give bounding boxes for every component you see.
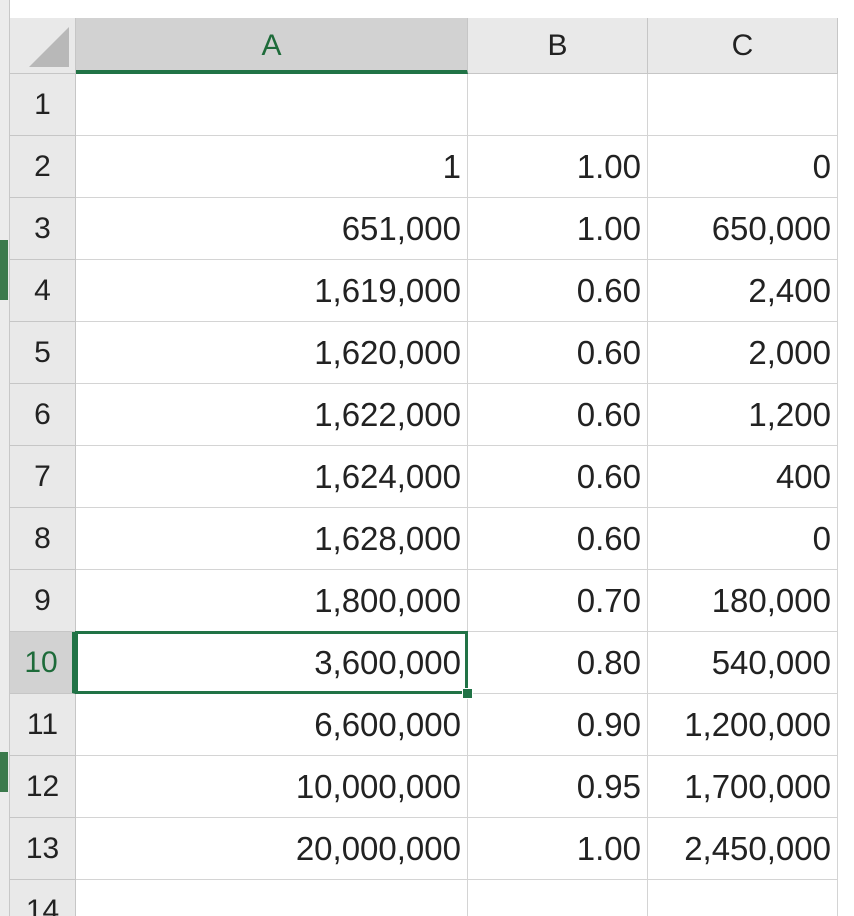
cell-a10[interactable]: 3,600,000 <box>76 632 468 694</box>
cell-a9[interactable]: 1,800,000 <box>76 570 468 632</box>
cell-a7[interactable]: 1,624,000 <box>76 446 468 508</box>
cell-a6[interactable]: 1,622,000 <box>76 384 468 446</box>
spreadsheet-grid[interactable]: A B C 1 2 1 1.00 0 3 651,000 1.00 650,000 4 1,619,000… <box>10 18 854 916</box>
cell-b7[interactable]: 0.60 <box>468 446 648 508</box>
cell-b9[interactable]: 0.70 <box>468 570 648 632</box>
cell-a2[interactable]: 1 <box>76 136 468 198</box>
row-header-11[interactable]: 11 <box>10 694 76 756</box>
cell-a8[interactable]: 1,628,000 <box>76 508 468 570</box>
row-header-4[interactable]: 4 <box>10 260 76 322</box>
cell-c8[interactable]: 0 <box>648 508 838 570</box>
excel-window: A B C 1 2 1 1.00 0 3 651,000 1.00 650,000 4 1,619,000… <box>0 0 854 916</box>
cell-c2[interactable]: 0 <box>648 136 838 198</box>
row-header-3[interactable]: 3 <box>10 198 76 260</box>
select-all-triangle-icon <box>29 27 69 67</box>
cell-b13[interactable]: 1.00 <box>468 818 648 880</box>
ribbon-fragment <box>0 752 8 792</box>
cell-b14[interactable] <box>468 880 648 916</box>
cell-b2[interactable]: 1.00 <box>468 136 648 198</box>
row-header-8[interactable]: 8 <box>10 508 76 570</box>
cell-a5[interactable]: 1,620,000 <box>76 322 468 384</box>
cell-c4[interactable]: 2,400 <box>648 260 838 322</box>
cell-a1[interactable] <box>76 74 468 136</box>
cell-b4[interactable]: 0.60 <box>468 260 648 322</box>
cell-a12[interactable]: 10,000,000 <box>76 756 468 818</box>
row-header-13[interactable]: 13 <box>10 818 76 880</box>
cell-a13[interactable]: 20,000,000 <box>76 818 468 880</box>
cell-b3[interactable]: 1.00 <box>468 198 648 260</box>
cell-b10[interactable]: 0.80 <box>468 632 648 694</box>
ribbon-fragment <box>0 240 8 300</box>
fill-handle[interactable] <box>462 688 473 699</box>
cell-a4[interactable]: 1,619,000 <box>76 260 468 322</box>
cell-b1[interactable] <box>468 74 648 136</box>
column-header-c[interactable]: C <box>648 18 838 74</box>
cell-c1[interactable] <box>648 74 838 136</box>
row-header-7[interactable]: 7 <box>10 446 76 508</box>
cell-b12[interactable]: 0.95 <box>468 756 648 818</box>
row-header-9[interactable]: 9 <box>10 570 76 632</box>
cell-b6[interactable]: 0.60 <box>468 384 648 446</box>
cell-b8[interactable]: 0.60 <box>468 508 648 570</box>
window-edge-strip <box>0 0 10 916</box>
cell-b5[interactable]: 0.60 <box>468 322 648 384</box>
row-header-2[interactable]: 2 <box>10 136 76 198</box>
column-header-b[interactable]: B <box>468 18 648 74</box>
select-all-button[interactable] <box>10 18 76 74</box>
cell-c5[interactable]: 2,000 <box>648 322 838 384</box>
cell-b11[interactable]: 0.90 <box>468 694 648 756</box>
cell-c14[interactable] <box>648 880 838 916</box>
cell-a14[interactable] <box>76 880 468 916</box>
cell-c13[interactable]: 2,450,000 <box>648 818 838 880</box>
row-header-12[interactable]: 12 <box>10 756 76 818</box>
cell-c9[interactable]: 180,000 <box>648 570 838 632</box>
cell-c7[interactable]: 400 <box>648 446 838 508</box>
cell-c11[interactable]: 1,200,000 <box>648 694 838 756</box>
row-header-5[interactable]: 5 <box>10 322 76 384</box>
cell-c12[interactable]: 1,700,000 <box>648 756 838 818</box>
cell-a11[interactable]: 6,600,000 <box>76 694 468 756</box>
row-header-1[interactable]: 1 <box>10 74 76 136</box>
row-header-6[interactable]: 6 <box>10 384 76 446</box>
cell-c3[interactable]: 650,000 <box>648 198 838 260</box>
cell-a3[interactable]: 651,000 <box>76 198 468 260</box>
cell-c6[interactable]: 1,200 <box>648 384 838 446</box>
column-header-a[interactable]: A <box>76 18 468 74</box>
cell-c10[interactable]: 540,000 <box>648 632 838 694</box>
row-header-14[interactable]: 14 <box>10 880 76 916</box>
row-header-10[interactable]: 10 <box>10 632 76 694</box>
